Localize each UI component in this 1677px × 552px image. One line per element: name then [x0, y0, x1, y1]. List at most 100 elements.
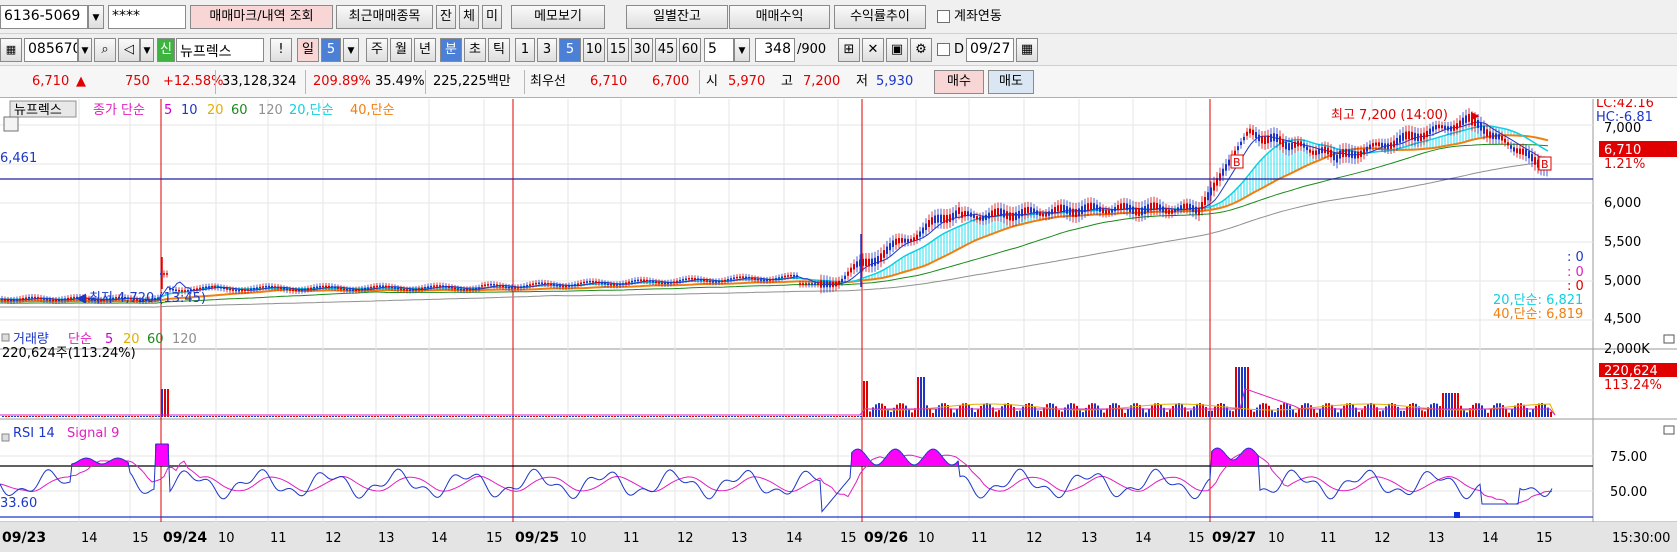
return-trend-button[interactable]: 수익률추이	[834, 5, 926, 29]
new-listing-badge: 신	[157, 38, 175, 62]
interval-30-button[interactable]: 30	[631, 38, 653, 62]
zoom-icon[interactable]: ⊞	[838, 38, 860, 62]
low-marker-icon: ◀	[76, 291, 86, 306]
volume-ma5: 5	[105, 332, 113, 347]
x-axis-label: 09/26	[864, 530, 908, 546]
stock-code-field[interactable]: 085670	[24, 38, 78, 62]
best-bid: 6,700	[652, 74, 690, 89]
period-day-button[interactable]: 일	[297, 38, 319, 62]
trade-amount: 225,225백만	[433, 74, 511, 89]
level-line-value: 6,461	[0, 151, 37, 166]
account-link-checkbox[interactable]	[937, 10, 950, 23]
save-icon[interactable]: ▣	[886, 38, 908, 62]
legend-ma20-simple: 20,단순	[289, 103, 334, 118]
date-checkbox[interactable]	[937, 43, 950, 56]
interval-3-button[interactable]: 3	[537, 38, 557, 62]
rsi-y-tick-75: 75.00	[1610, 450, 1647, 465]
interval-45-button[interactable]: 45	[655, 38, 677, 62]
account-dropdown-button[interactable]	[88, 5, 104, 29]
calendar-icon[interactable]: ▦	[1016, 38, 1038, 62]
volume-panel-toggle[interactable]	[1663, 334, 1675, 344]
stock-name-tag: 뉴프렉스	[14, 103, 62, 118]
count-field[interactable]: 5	[704, 38, 734, 62]
stock-name-field[interactable]: 뉴프렉스	[176, 38, 264, 62]
code-dropdown-button[interactable]	[78, 38, 92, 62]
tick-button[interactable]: 틱	[488, 38, 510, 62]
settings-gear-icon[interactable]: ⚙	[910, 38, 932, 62]
open-price: 5,970	[728, 74, 766, 89]
crosshair-icon[interactable]: ✕	[862, 38, 884, 62]
rsi-signal-line	[0, 453, 1552, 505]
legend-close-simple: 종가 단순	[93, 103, 145, 118]
table-icon[interactable]	[3, 116, 19, 132]
clock-label: 15:30:00	[1612, 531, 1670, 546]
x-axis-label: 09/24	[163, 530, 207, 546]
executed-button[interactable]: 체	[459, 5, 479, 29]
volume-percent-tag: 113.24%	[1604, 378, 1662, 393]
trade-mark-query-button[interactable]: 매매마크/내역 조회	[190, 5, 333, 29]
divider	[425, 70, 426, 94]
x-axis-label: 12	[1026, 531, 1043, 546]
trade-profit-button[interactable]: 매매수익	[729, 5, 830, 29]
volume-title: 거래량	[13, 332, 49, 347]
speaker-dropdown-button[interactable]	[140, 38, 154, 62]
volume-value: 33,128,324	[222, 74, 297, 89]
legend-ma60: 60	[231, 103, 248, 118]
d-label: D	[954, 42, 965, 57]
interval-60-button[interactable]: 60	[679, 38, 701, 62]
open-label: 시	[706, 74, 718, 89]
interval-5-button[interactable]: 5	[559, 38, 581, 62]
x-axis-label: 11	[1320, 531, 1337, 546]
x-axis-label: 12	[677, 531, 694, 546]
x-axis-label: 09/27	[1212, 530, 1256, 546]
y-tick-7000: 7,000	[1604, 121, 1641, 136]
date-field[interactable]: 09/27	[966, 38, 1014, 62]
second-button[interactable]: 초	[464, 38, 486, 62]
layout-icon[interactable]: ▦	[0, 38, 22, 62]
balance-button[interactable]: 잔	[436, 5, 456, 29]
password-field[interactable]: ****	[108, 5, 186, 29]
signal-marker	[1454, 512, 1460, 518]
speaker-icon[interactable]: ◁	[118, 38, 140, 62]
x-axis-label: 11	[971, 531, 988, 546]
low-annotation: 최저 4,720 (13:45)	[89, 291, 206, 306]
account-link-label: 계좌연동	[954, 9, 1002, 24]
y-tick-4500: 4,500	[1604, 312, 1641, 327]
bars-total-label: /900	[797, 42, 827, 57]
x-axis-label: 14	[786, 531, 803, 546]
account-number-field[interactable]: 6136-5069	[0, 5, 88, 29]
x-axis-label: 14	[431, 531, 448, 546]
period-value-field[interactable]: 5	[321, 38, 341, 62]
indicator-zero-2: : 0	[1567, 265, 1584, 280]
daily-balance-button[interactable]: 일별잔고	[626, 5, 728, 29]
unexecuted-button[interactable]: 미	[482, 5, 502, 29]
rsi-y-tick-50: 50.00	[1610, 485, 1647, 500]
interval-10-button[interactable]: 10	[583, 38, 605, 62]
low-price: 5,930	[876, 74, 914, 89]
interval-15-button[interactable]: 15	[607, 38, 629, 62]
period-dropdown-button[interactable]	[343, 38, 359, 62]
year-button[interactable]: 년	[414, 38, 436, 62]
recent-trade-items-button[interactable]: 최근매매종목	[336, 5, 433, 29]
sell-button[interactable]: 매도	[988, 70, 1034, 94]
week-button[interactable]: 주	[366, 38, 388, 62]
x-axis-label: 12	[1374, 531, 1391, 546]
search-icon[interactable]: ⌕	[94, 38, 116, 62]
chart-area[interactable]: 뉴프렉스 종가 단순 5 10 20 60 120 20,단순 40,단순 최고…	[0, 96, 1677, 552]
month-button[interactable]: 월	[390, 38, 412, 62]
alert-button[interactable]: !	[270, 38, 292, 62]
legend-ma120: 120	[258, 103, 283, 118]
interval-1-button[interactable]: 1	[515, 38, 535, 62]
buy-button[interactable]: 매수	[934, 70, 984, 94]
rsi-panel-toggle[interactable]	[1663, 425, 1675, 435]
ma40-value-label: 40,단순: 6,819	[1493, 307, 1583, 322]
memo-view-button[interactable]: 메모보기	[511, 5, 605, 29]
bars-count-field[interactable]: 348	[755, 38, 795, 62]
volume-ma120: 120	[172, 332, 197, 347]
minute-button[interactable]: 분	[440, 38, 462, 62]
divider	[699, 70, 700, 94]
rsi-title: RSI 14	[13, 426, 55, 441]
x-axis-label: 10	[570, 531, 587, 546]
x-axis-label: 11	[270, 531, 287, 546]
count-dropdown-button[interactable]	[734, 38, 750, 62]
